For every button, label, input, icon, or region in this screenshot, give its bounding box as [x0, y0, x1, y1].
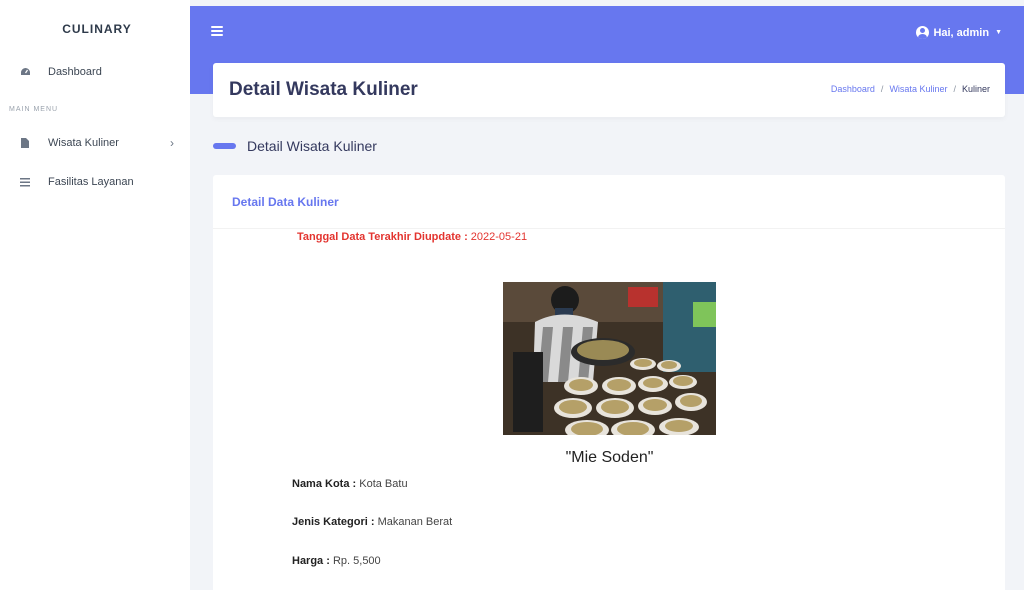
chevron-right-icon: › — [170, 136, 174, 150]
last-updated-value: 2022-05-21 — [470, 231, 528, 243]
detail-card: Detail Data Kuliner Tanggal Data Terakhi… — [213, 175, 1005, 590]
breadcrumb: Dashboard / Wisata Kuliner / Kuliner — [831, 84, 990, 94]
file-icon — [18, 138, 32, 148]
caret-down-icon: ▼ — [995, 29, 1002, 36]
sidebar-item-wisata-kuliner[interactable]: Wisata Kuliner › — [0, 131, 190, 155]
breadcrumb-separator: / — [953, 84, 956, 94]
brand-logo[interactable]: CULINARY — [0, 0, 190, 58]
card-title: Detail Data Kuliner — [232, 195, 339, 209]
breadcrumb-wisata-kuliner[interactable]: Wisata Kuliner — [889, 84, 947, 94]
page-title: Detail Wisata Kuliner — [229, 79, 418, 100]
list-icon — [18, 177, 32, 187]
user-dropdown[interactable]: Hai, admin ▼ — [916, 26, 1002, 39]
tachometer-icon — [18, 67, 32, 77]
info-value: Makanan Berat — [377, 516, 453, 528]
food-photo — [503, 282, 716, 435]
breadcrumb-current: Kuliner — [961, 84, 990, 94]
menu-header: MAIN MENU — [9, 106, 59, 113]
section-title-text: Detail Wisata Kuliner — [247, 138, 377, 154]
info-value: Rp. 5,500 — [332, 555, 381, 567]
info-label: Jenis Kategori : — [292, 516, 375, 528]
user-circle-icon — [916, 26, 930, 39]
info-label: Harga : — [292, 555, 330, 567]
sidebar-item-fasilitas-layanan[interactable]: Fasilitas Layanan — [0, 170, 190, 194]
section-title-accent — [213, 143, 236, 149]
breadcrumb-separator: / — [880, 84, 884, 94]
sidebar-item-label: Dashboard — [48, 66, 102, 78]
info-value: Kota Batu — [359, 478, 408, 490]
user-greeting: Hai, admin — [933, 26, 990, 39]
food-name: "Mie Soden" — [565, 449, 654, 466]
last-updated: Tanggal Data Terakhir Diupdate : 2022-05… — [297, 231, 527, 243]
sidebar: CULINARY Dashboard MAIN MENU Wisata Kuli… — [0, 0, 190, 590]
sidebar-item-dashboard[interactable]: Dashboard — [0, 60, 190, 84]
sidebar-item-label: Wisata Kuliner — [48, 137, 119, 149]
page-header: Detail Wisata Kuliner Dashboard / Wisata… — [213, 63, 1005, 117]
sidebar-item-label: Fasilitas Layanan — [48, 176, 134, 188]
info-harga: Harga : Rp. 5,500 — [292, 555, 381, 567]
info-label: Nama Kota : — [292, 478, 357, 490]
card-header: Detail Data Kuliner — [213, 175, 1005, 229]
info-nama-kota: Nama Kota : Kota Batu — [292, 478, 408, 490]
info-jenis-kategori: Jenis Kategori : Makanan Berat — [292, 516, 452, 528]
breadcrumb-dashboard[interactable]: Dashboard — [831, 84, 875, 94]
last-updated-label: Tanggal Data Terakhir Diupdate : — [297, 231, 468, 243]
section-title: Detail Wisata Kuliner — [213, 138, 377, 154]
menu-toggle-icon[interactable] — [211, 26, 223, 36]
